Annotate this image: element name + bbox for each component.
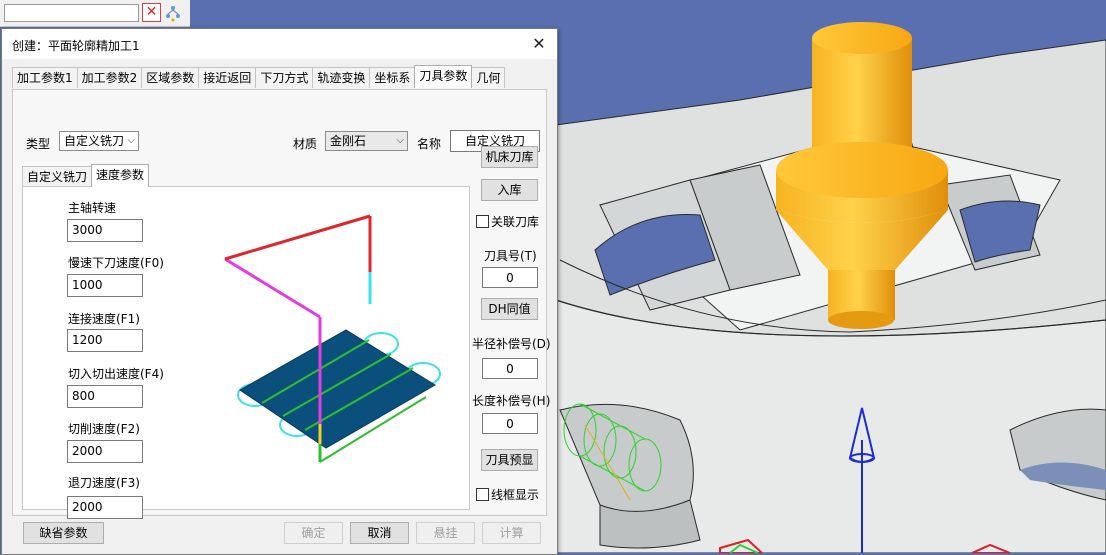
spindle-speed-field[interactable]: 3000: [67, 219, 143, 242]
checkbox-icon: [476, 488, 489, 501]
in-out-speed-label: 切入切出速度(F4): [68, 367, 164, 381]
retract-speed-label: 退刀速度(F3): [68, 476, 140, 490]
create-operation-dialog: 创建：平面轮廓精加工1 ✕ 加工参数1 加工参数2 区域参数 接近返回 下刀方式…: [1, 28, 558, 555]
tab-geometry[interactable]: 几何: [471, 67, 506, 88]
ok-button[interactable]: 确定: [284, 522, 343, 544]
slow-plunge-speed-field[interactable]: 1000: [67, 274, 143, 297]
tab-coordinate-system[interactable]: 坐标系: [369, 67, 416, 88]
tool-number-label: 刀具号(T): [484, 249, 537, 263]
name-label: 名称: [417, 137, 442, 151]
background-toolbar-strip: ✕: [0, 0, 190, 27]
radius-comp-label: 半径补偿号(D): [472, 337, 551, 351]
tab-speed-params[interactable]: 速度参数: [91, 164, 150, 187]
length-comp-field[interactable]: 0: [482, 413, 538, 434]
cut-speed-field[interactable]: 2000: [67, 440, 143, 463]
tree-icon[interactable]: [164, 4, 182, 22]
tab-region-params[interactable]: 区域参数: [141, 67, 200, 88]
checkbox-icon: [476, 215, 489, 228]
tool-number-field[interactable]: 0: [482, 267, 538, 288]
speed-params-panel: 主轴转速 3000 慢速下刀速度(F0) 1000 连接速度(F1) 1200 …: [22, 186, 470, 519]
tab-machining-params-2[interactable]: 加工参数2: [76, 67, 143, 88]
tab-plunge-mode[interactable]: 下刀方式: [255, 67, 314, 88]
tool-preview-button[interactable]: 刀具预显: [481, 449, 538, 471]
material-label: 材质: [293, 137, 318, 151]
dh-same-value-button[interactable]: DH同值: [481, 298, 538, 320]
main-tab-strip: 加工参数1 加工参数2 区域参数 接近返回 下刀方式 轨迹变换 坐标系 刀具参数…: [12, 65, 506, 88]
cut-speed-label: 切削速度(F2): [68, 422, 140, 436]
chevron-down-icon: ⌵: [396, 135, 404, 146]
link-speed-field[interactable]: 1200: [67, 329, 143, 352]
radius-comp-field[interactable]: 0: [482, 358, 538, 379]
toolpath-illustration: [224, 214, 441, 463]
wireframe-checkbox[interactable]: 线框显示: [476, 486, 539, 503]
dialog-title: 创建：平面轮廓精加工1: [12, 39, 140, 53]
retract-speed-field[interactable]: 2000: [67, 496, 143, 519]
tab-custom-mill[interactable]: 自定义铣刀: [22, 166, 93, 187]
sub-tab-strip: 自定义铣刀 速度参数: [22, 164, 150, 187]
dialog-titlebar[interactable]: 创建：平面轮廓精加工1 ✕: [2, 29, 557, 59]
background-input[interactable]: [4, 4, 139, 22]
x-icon[interactable]: ✕: [142, 3, 161, 22]
length-comp-label: 长度补偿号(H): [472, 394, 551, 408]
type-label: 类型: [26, 137, 51, 151]
link-speed-label: 连接速度(F1): [68, 312, 140, 326]
spindle-speed-label: 主轴转速: [68, 201, 117, 215]
compute-button[interactable]: 计算: [482, 522, 541, 544]
material-select[interactable]: 金刚石 ⌵: [325, 131, 408, 151]
tool-type-select[interactable]: 自定义铣刀 ⌵: [59, 131, 139, 151]
link-library-checkbox[interactable]: 关联刀库: [476, 213, 539, 230]
machine-tool-library-button[interactable]: 机床刀库: [481, 146, 538, 168]
speed-diagram: [224, 214, 441, 463]
tab-machining-params-1[interactable]: 加工参数1: [12, 67, 78, 88]
slow-plunge-speed-label: 慢速下刀速度(F0): [68, 256, 164, 270]
default-params-button[interactable]: 缺省参数: [23, 522, 104, 544]
in-out-speed-field[interactable]: 800: [67, 385, 143, 408]
suspend-button[interactable]: 悬挂: [416, 522, 475, 544]
chevron-down-icon: ⌵: [127, 135, 135, 146]
tab-tool-params[interactable]: 刀具参数: [414, 65, 473, 88]
close-icon[interactable]: ✕: [529, 34, 549, 54]
tab-path-transform[interactable]: 轨迹变换: [312, 67, 371, 88]
store-button[interactable]: 入库: [481, 179, 538, 201]
cancel-button[interactable]: 取消: [350, 522, 409, 544]
tab-approach-return[interactable]: 接近返回: [198, 67, 257, 88]
